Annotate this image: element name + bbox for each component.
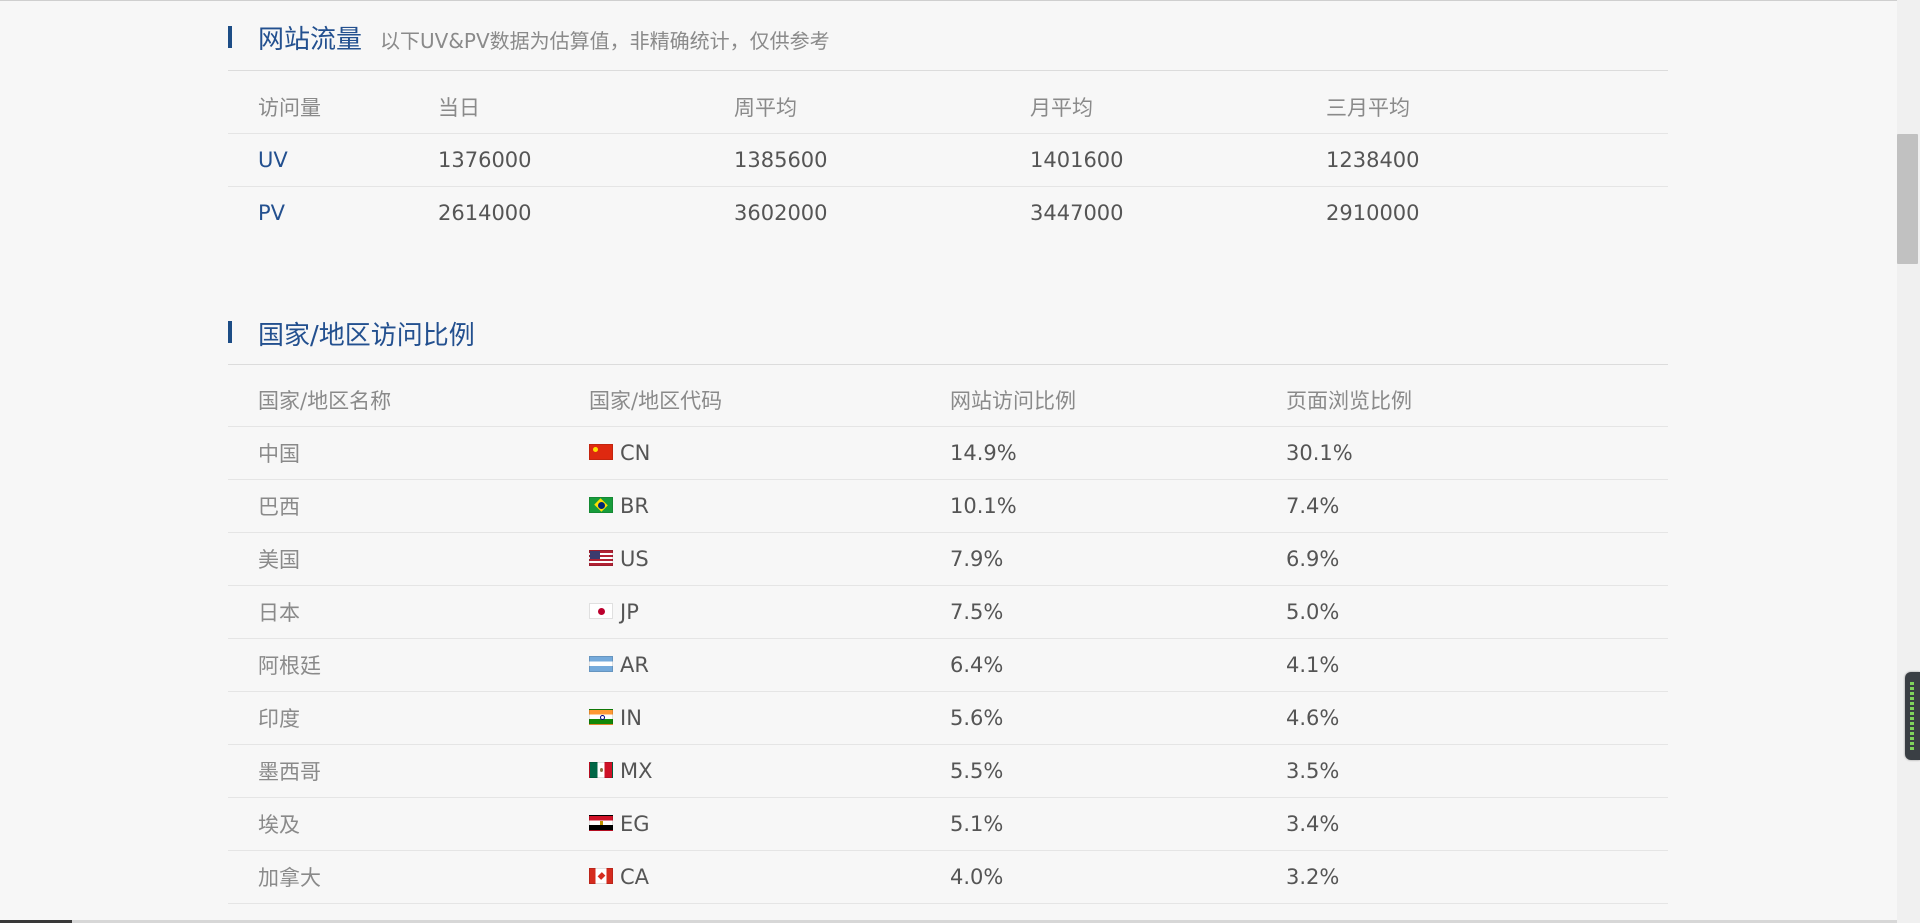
column-header: 页面浏览比例 [1286,374,1668,427]
table-row: 阿根廷 AR 6.4% 4.1% [228,638,1668,692]
pageview-ratio: 3.5% [1286,744,1668,798]
region-section-header: 国家/地区访问比例 [228,295,1668,365]
metric-value: 1238400 [1326,133,1668,187]
scrollbar-thumb[interactable] [1897,134,1918,264]
column-header: 国家/地区名称 [228,374,589,427]
metric-value: 3602000 [734,201,828,225]
flag-brazil-icon [589,497,613,513]
metric-label: UV [228,133,438,187]
section-accent-bar [228,321,232,343]
country-code: CA [620,865,650,889]
country-name: 巴西 [228,479,589,533]
side-widget-tab[interactable] [1905,672,1920,760]
visit-ratio: 5.5% [950,744,1286,798]
flag-india-icon [589,709,613,725]
country-code: MX [620,759,653,783]
visit-ratio: 6.4% [950,638,1286,692]
flag-egypt-icon [589,815,613,831]
country-name: 印度 [228,691,589,745]
country-code: JP [620,600,639,624]
flag-china-icon [589,444,613,460]
pageview-ratio: 5.0% [1286,585,1668,639]
region-table: 国家/地区名称 国家/地区代码 网站访问比例 页面浏览比例 中国 CN 14.9… [228,374,1668,904]
meter-icon [1910,682,1914,750]
table-row: 墨西哥 MX 5.5% 3.5% [228,744,1668,798]
traffic-section-header: 网站流量 以下UV&PV数据为估算值，非精确统计，仅供参考 [228,0,1668,71]
column-header: 访问量 [228,81,438,134]
visit-ratio: 7.5% [950,585,1286,639]
visit-ratio: 7.9% [950,532,1286,586]
metric-value: 2614000 [438,201,532,225]
country-code: CN [620,441,651,465]
pageview-ratio: 3.4% [1286,797,1668,851]
metric-value: 1376000 [438,133,734,187]
table-row: 加拿大 CA 4.0% 3.2% [228,850,1668,904]
table-row: UV 1376000 1385600 1401600 1238400 [228,133,1668,187]
country-code: BR [620,494,649,518]
column-header: 当日 [438,81,734,134]
flag-japan-icon [589,603,613,619]
column-header: 月平均 [1030,81,1326,134]
country-code-cell: CN [589,426,950,480]
country-name: 埃及 [228,797,589,851]
visit-ratio: 14.9% [950,426,1286,480]
metric-value: 2910000 [1326,201,1420,225]
country-name: 墨西哥 [228,744,589,798]
column-header: 周平均 [734,81,1030,134]
column-header: 三月平均 [1326,81,1668,134]
country-code-cell: MX [589,744,950,798]
country-name: 日本 [228,585,589,639]
flag-mexico-icon [589,762,613,778]
traffic-table-header-row: 访问量 当日 周平均 月平均 三月平均 [228,81,1668,134]
section-accent-bar [228,26,232,48]
pageview-ratio: 3.2% [1286,850,1668,904]
metric-value: 1401600 [1030,133,1326,187]
region-table-header-row: 国家/地区名称 国家/地区代码 网站访问比例 页面浏览比例 [228,374,1668,427]
visit-ratio: 4.0% [950,850,1286,904]
visit-ratio: 10.1% [950,479,1286,533]
pageview-ratio: 4.1% [1286,638,1668,692]
visit-ratio: 5.1% [950,797,1286,851]
table-row: 埃及 EG 5.1% 3.4% [228,797,1668,851]
metric-label: PV [258,201,286,225]
traffic-table: 访问量 当日 周平均 月平均 三月平均 UV 1376000 1385600 1… [228,81,1668,239]
pageview-ratio: 4.6% [1286,691,1668,745]
country-name: 阿根廷 [228,638,589,692]
country-code-cell: US [589,532,950,586]
flag-canada-icon [589,868,613,884]
country-code-cell: EG [589,797,950,851]
country-code-cell: IN [589,691,950,745]
region-section-title: 国家/地区访问比例 [258,321,475,351]
country-code: IN [620,706,642,730]
table-row: 日本 JP 7.5% 5.0% [228,585,1668,639]
flag-argentina-icon [589,656,613,672]
column-header: 国家/地区代码 [589,374,950,427]
country-code-cell: CA [589,850,950,904]
table-row: 美国 US 7.9% 6.9% [228,532,1668,586]
country-code-cell: JP [589,585,950,639]
traffic-section-subtitle: 以下UV&PV数据为估算值，非精确统计，仅供参考 [380,29,830,53]
flag-usa-icon [589,550,613,566]
table-row: 巴西 BR 10.1% 7.4% [228,479,1668,533]
table-row: PV 2614000 3602000 3447000 2910000 [228,187,1668,240]
country-code: US [620,547,649,571]
country-code: AR [620,653,649,677]
country-name: 美国 [228,532,589,586]
country-name: 中国 [228,426,589,480]
visit-ratio: 5.6% [950,691,1286,745]
pageview-ratio: 30.1% [1286,426,1668,480]
metric-value: 3447000 [1030,201,1124,225]
pageview-ratio: 6.9% [1286,532,1668,586]
country-code: EG [620,812,650,836]
traffic-section-title: 网站流量 [258,25,363,55]
table-row: 印度 IN 5.6% 4.6% [228,691,1668,745]
pageview-ratio: 7.4% [1286,479,1668,533]
table-row: 中国 CN 14.9% 30.1% [228,426,1668,480]
metric-value: 1385600 [734,133,1030,187]
country-code-cell: AR [589,638,950,692]
country-code-cell: BR [589,479,950,533]
country-name: 加拿大 [228,850,589,904]
column-header: 网站访问比例 [950,374,1286,427]
